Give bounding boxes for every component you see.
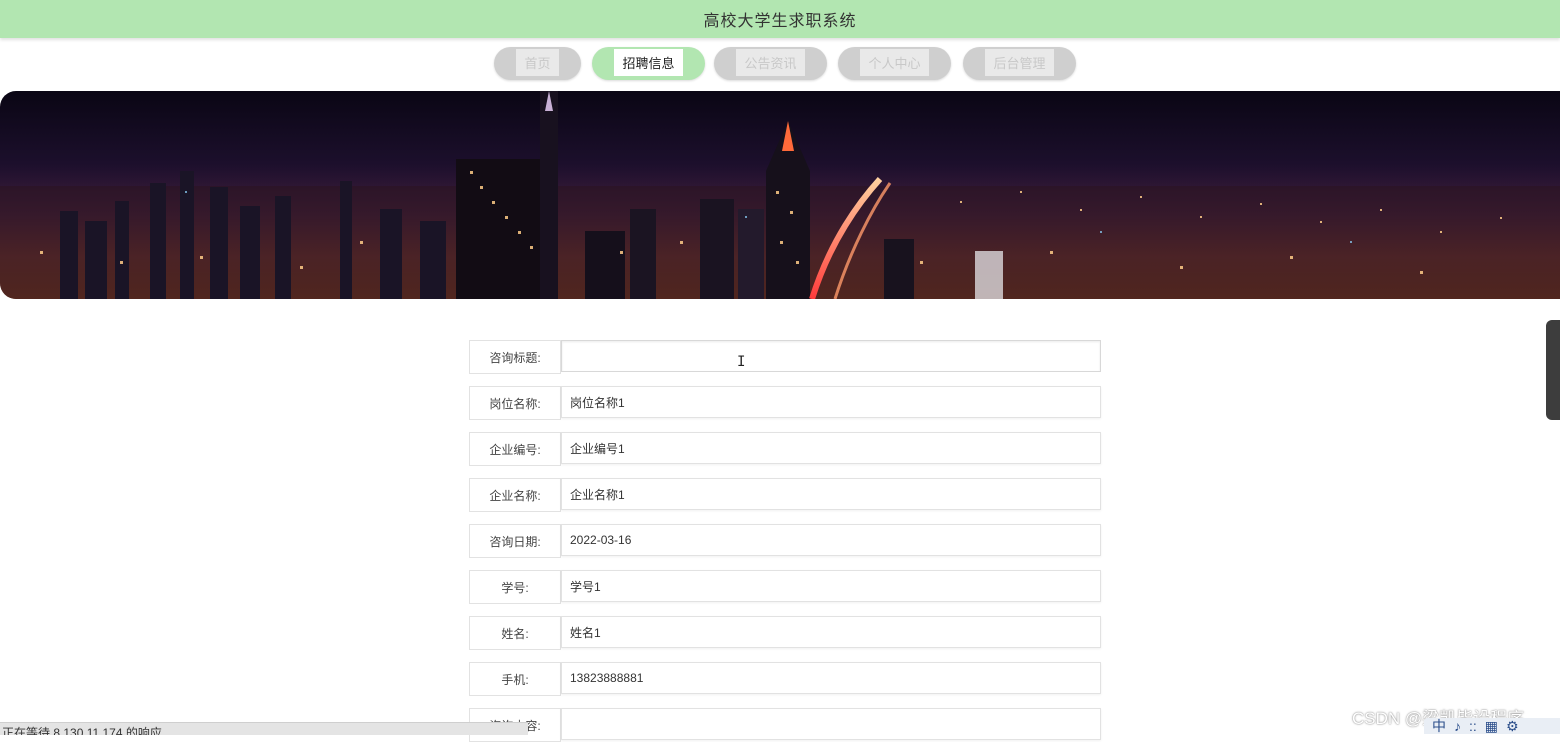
- text-cursor-icon: I: [737, 354, 746, 370]
- moon-icon[interactable]: ♪: [1454, 718, 1461, 734]
- field-label: 手机:: [469, 662, 561, 696]
- punctuation-icon[interactable]: ::: [1469, 718, 1477, 734]
- nav-item-label: 招聘信息: [614, 49, 683, 76]
- city-night-banner: [0, 91, 1560, 299]
- browser-status-bar: 正在等待 8.130.11.174 的响应...: [0, 722, 528, 735]
- title-input[interactable]: [561, 340, 1101, 372]
- nav-item-label: 后台管理: [985, 49, 1054, 76]
- nav-item-news[interactable]: 公告资讯: [714, 47, 827, 80]
- form-row-student-id: 学号: 学号1: [469, 570, 1102, 604]
- system-tray: 中 ♪ :: ▦ ⚙: [1424, 718, 1560, 734]
- nav-item-home[interactable]: 首页: [494, 47, 581, 80]
- form-row-company-id: 企业编号: 企业编号1: [469, 432, 1102, 466]
- form-row-company-name: 企业名称: 企业名称1: [469, 478, 1102, 512]
- student-id-input[interactable]: 学号1: [561, 570, 1101, 602]
- field-label: 咨询日期:: [469, 524, 561, 558]
- form-row-content: 咨询内容:: [469, 708, 1102, 742]
- form-row-title: 咨询标题: I: [469, 340, 1102, 374]
- consult-date-input[interactable]: 2022-03-16: [561, 524, 1101, 556]
- field-label: 企业名称:: [469, 478, 561, 512]
- form-row-position: 岗位名称: 岗位名称1: [469, 386, 1102, 420]
- nav-item-admin[interactable]: 后台管理: [963, 47, 1076, 80]
- ime-indicator[interactable]: 中: [1432, 718, 1446, 734]
- consult-content-input[interactable]: [561, 708, 1101, 740]
- field-label: 姓名:: [469, 616, 561, 650]
- field-label: 学号:: [469, 570, 561, 604]
- field-label: 咨询标题:: [469, 340, 561, 374]
- position-name-input[interactable]: 岗位名称1: [561, 386, 1101, 418]
- company-id-input[interactable]: 企业编号1: [561, 432, 1101, 464]
- nav-item-label: 个人中心: [860, 49, 929, 76]
- field-label: 企业编号:: [469, 432, 561, 466]
- keyboard-icon[interactable]: ▦: [1485, 718, 1498, 734]
- main-nav: 首页 招聘信息 公告资讯 个人中心 后台管理: [0, 47, 1560, 81]
- nav-item-jobs[interactable]: 招聘信息: [592, 47, 705, 80]
- app-header: 高校大学生求职系统: [0, 0, 1560, 38]
- form-row-date: 咨询日期: 2022-03-16: [469, 524, 1102, 558]
- banner-skyline-image: [0, 91, 1560, 299]
- phone-input[interactable]: 13823888881: [561, 662, 1101, 694]
- nav-item-profile[interactable]: 个人中心: [838, 47, 951, 80]
- field-label: 岗位名称:: [469, 386, 561, 420]
- app-title: 高校大学生求职系统: [703, 13, 857, 30]
- form-row-phone: 手机: 13823888881: [469, 662, 1102, 696]
- page-scrollbar[interactable]: [1546, 320, 1560, 420]
- nav-item-label: 首页: [516, 49, 559, 76]
- nav-item-label: 公告资讯: [736, 49, 805, 76]
- name-input[interactable]: 姓名1: [561, 616, 1101, 648]
- settings-icon[interactable]: ⚙: [1506, 718, 1519, 734]
- form-row-name: 姓名: 姓名1: [469, 616, 1102, 650]
- company-name-input[interactable]: 企业名称1: [561, 478, 1101, 510]
